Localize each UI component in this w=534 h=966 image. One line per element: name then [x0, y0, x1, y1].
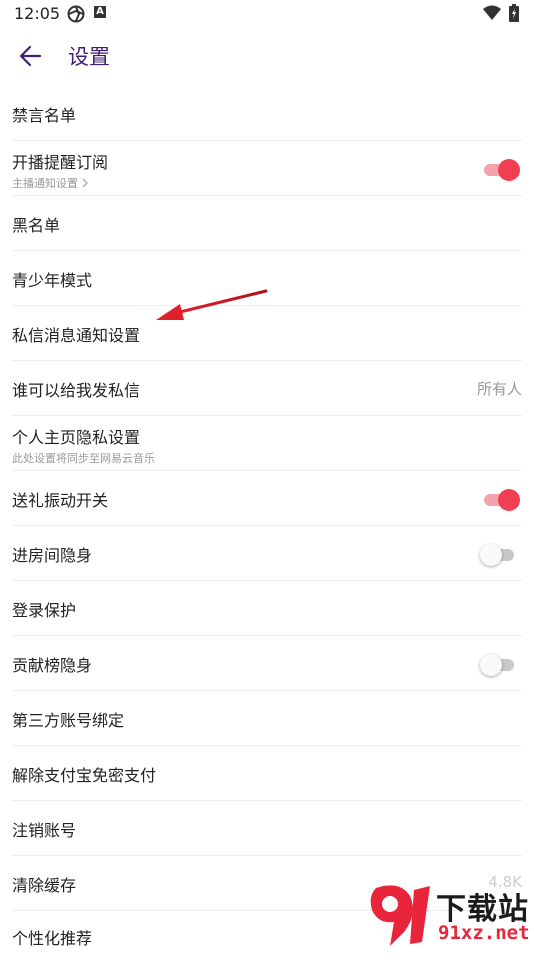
app-notification-icon — [67, 5, 85, 27]
chevron-right-icon — [82, 178, 88, 188]
row-label: 禁言名单 — [12, 106, 77, 125]
row-label: 登录保护 — [12, 601, 77, 620]
row-who-can-message[interactable]: 谁可以给我发私信 所有人 — [12, 361, 522, 416]
row-mute-list[interactable]: 禁言名单 — [12, 86, 522, 141]
app-bar: 设置 — [0, 28, 534, 86]
row-blacklist[interactable]: 黑名单 — [12, 196, 522, 251]
row-sublink[interactable]: 主播通知设置 — [12, 175, 89, 191]
row-login-protection[interactable]: 登录保护 — [12, 581, 522, 636]
row-label: 个性化推荐 — [12, 929, 93, 948]
contribution-invisible-toggle[interactable] — [480, 653, 520, 676]
row-label: 进房间隐身 — [12, 546, 93, 565]
row-label: 黑名单 — [12, 216, 61, 235]
row-label: 私信消息通知设置 — [12, 326, 141, 345]
gift-vibration-toggle[interactable] — [480, 488, 520, 511]
page-title: 设置 — [68, 45, 110, 69]
watermark-url: 91xz.net — [438, 922, 530, 944]
row-label: 注销账号 — [12, 821, 77, 840]
status-time: 12:05 — [14, 4, 61, 23]
row-third-party-binding[interactable]: 第三方账号绑定 — [12, 691, 522, 746]
annotation-arrow — [156, 289, 268, 320]
row-label: 第三方账号绑定 — [12, 711, 125, 730]
watermark: 下载站 91xz.net — [360, 880, 534, 950]
app-badge-icon: A — [94, 6, 106, 18]
back-button[interactable] — [16, 40, 48, 72]
row-cancel-account[interactable]: 注销账号 — [12, 801, 522, 856]
watermark-logo-icon — [370, 885, 430, 946]
row-label: 解除支付宝免密支付 — [12, 766, 157, 785]
row-alipay-unbind[interactable]: 解除支付宝免密支付 — [12, 746, 522, 801]
wifi-icon — [483, 5, 501, 25]
row-sub-label: 此处设置将同步至网易云音乐 — [12, 452, 155, 465]
row-label: 送礼振动开关 — [12, 491, 109, 510]
row-label: 清除缓存 — [12, 876, 77, 895]
row-gift-vibration[interactable]: 送礼振动开关 — [12, 471, 522, 526]
row-sub-label: 主播通知设置 — [12, 177, 78, 190]
row-label: 开播提醒订阅 — [12, 153, 109, 172]
row-label: 贡献榜隐身 — [12, 656, 93, 675]
row-live-reminder[interactable]: 开播提醒订阅 主播通知设置 — [12, 141, 522, 196]
row-label: 谁可以给我发私信 — [12, 381, 141, 400]
row-label: 个人主页隐私设置 — [12, 428, 141, 447]
status-bar: 12:05 A — [0, 0, 534, 28]
enter-room-invisible-toggle[interactable] — [480, 543, 520, 566]
row-label: 青少年模式 — [12, 271, 93, 290]
back-arrow-icon — [19, 45, 42, 67]
row-enter-room-invisible[interactable]: 进房间隐身 — [12, 526, 522, 581]
row-contribution-invisible[interactable]: 贡献榜隐身 — [12, 636, 522, 691]
row-value: 所有人 — [476, 380, 522, 398]
battery-icon — [509, 4, 519, 26]
row-profile-privacy[interactable]: 个人主页隐私设置 此处设置将同步至网易云音乐 — [12, 416, 522, 471]
live-reminder-toggle[interactable] — [480, 158, 520, 181]
settings-list: 禁言名单 开播提醒订阅 主播通知设置 黑名单 青少年模式 私信消息通知设置 谁可… — [0, 86, 534, 966]
